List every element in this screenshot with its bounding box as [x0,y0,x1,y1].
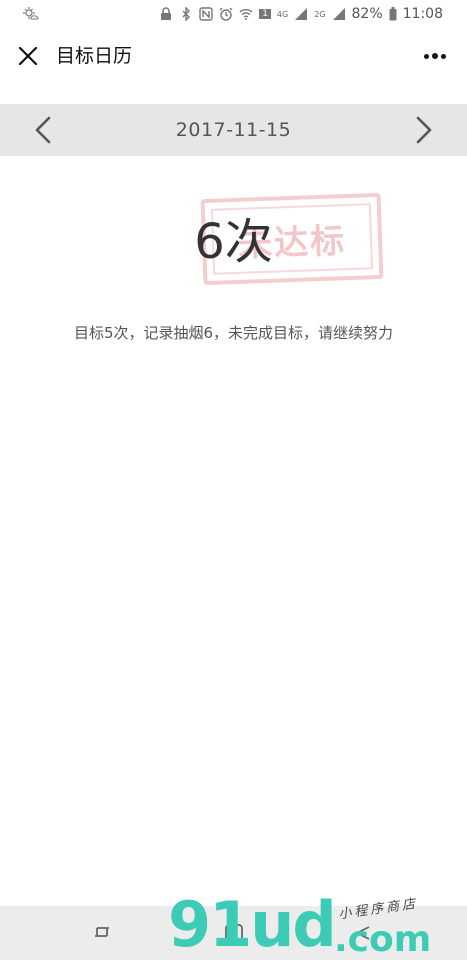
current-date: 2017-11-15 [175,119,292,141]
more-button[interactable] [417,42,453,70]
result-message: 目标5次，记录抽烟6，未完成目标，请继续努力 [73,324,394,342]
status-bar: 1 4G 2G 82% 11:08 [0,0,467,28]
bluetooth-icon [182,7,191,21]
network-2g-label: 2G [314,9,326,19]
watermark-domain: .com [334,919,432,960]
more-icon-dot [432,53,438,59]
signal-icon [295,8,308,20]
recent-apps-icon [95,927,109,937]
watermark-logo: 91ud [168,888,337,960]
nfc-icon [199,7,213,21]
wifi-icon [239,9,253,20]
close-button[interactable] [14,42,42,70]
app-bar: 目标日历 [0,28,467,84]
chevron-left-icon [35,116,51,144]
next-day-button[interactable] [408,114,440,146]
watermark-tag: 小程序商店 [337,896,419,923]
previous-day-button[interactable] [27,114,59,146]
status-time: 11:08 [402,6,443,22]
smoke-count: 6次 [194,214,273,270]
sim-indicator: 1 [259,9,271,19]
battery-percent: 82% [351,6,383,22]
weather-icon [23,7,39,20]
alarm-icon [219,7,233,21]
close-icon [18,46,38,66]
chevron-right-icon [416,116,432,144]
network-4g-label: 4G [276,9,289,19]
more-icon-dot [441,53,446,59]
lock-icon [161,7,172,20]
watermark: 91ud 小程序商店 .com [168,886,458,960]
date-navigator: 2017-11-15 [0,104,467,156]
screen: 1 4G 2G 82% 11:08 目标日历 2017-11-15 未达标 6次… [0,0,467,960]
signal-icon-2 [332,8,345,20]
recent-apps-button[interactable] [88,920,116,946]
status-icons: 1 4G 2G 82% 11:08 [159,4,443,24]
more-icon [424,53,429,59]
battery-icon [389,7,397,21]
page-title: 目标日历 [56,45,133,67]
